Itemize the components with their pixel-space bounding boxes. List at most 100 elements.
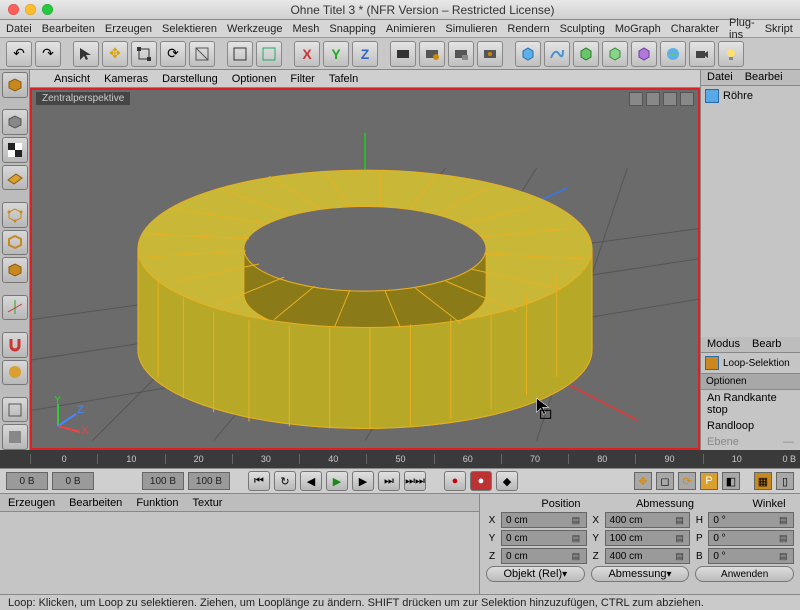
light-button[interactable] bbox=[718, 41, 744, 67]
menu-datei[interactable]: Datei bbox=[6, 23, 32, 35]
minimize-icon[interactable] bbox=[25, 4, 36, 15]
y-axis-button[interactable]: Y bbox=[323, 41, 349, 67]
primitive-cube-button[interactable] bbox=[515, 41, 541, 67]
autokey-button[interactable]: ● bbox=[470, 471, 492, 491]
pos-x-field[interactable]: 0 cm▤ bbox=[501, 512, 587, 528]
make-editable-button[interactable] bbox=[2, 72, 28, 98]
keyframe-sel-button[interactable]: ◆ bbox=[496, 471, 518, 491]
render-pv-button[interactable] bbox=[448, 41, 474, 67]
vp-pan-icon[interactable] bbox=[629, 92, 643, 106]
menu-skript[interactable]: Skript bbox=[765, 23, 793, 35]
select-tool[interactable] bbox=[73, 41, 99, 67]
dim-x-field[interactable]: 400 cm▤ bbox=[605, 512, 691, 528]
workplane-mode-button[interactable] bbox=[2, 165, 28, 191]
dim-y-field[interactable]: 100 cm▤ bbox=[605, 530, 691, 546]
point-mode-button[interactable] bbox=[2, 202, 28, 228]
param-key-toggle[interactable]: P bbox=[700, 472, 718, 490]
scale-key-toggle[interactable]: ◻ bbox=[656, 472, 674, 490]
axis-mode-button[interactable] bbox=[2, 295, 28, 321]
maximize-icon[interactable] bbox=[42, 4, 53, 15]
opt-randloop[interactable]: Randloop bbox=[701, 418, 800, 434]
menu-snapping[interactable]: Snapping bbox=[329, 23, 376, 35]
menu-rendern[interactable]: Rendern bbox=[507, 23, 549, 35]
rot-key-toggle[interactable]: ⟳ bbox=[678, 472, 696, 490]
locked-workplane-button[interactable] bbox=[2, 424, 28, 450]
menu-bearbeiten[interactable]: Bearbeiten bbox=[42, 23, 95, 35]
coord-system-button[interactable] bbox=[256, 41, 282, 67]
viewmenu-darstellung[interactable]: Darstellung bbox=[162, 73, 218, 85]
nurbs-button[interactable] bbox=[573, 41, 599, 67]
goto-next-key-button[interactable]: ⏭⏭ bbox=[404, 471, 426, 491]
vp-zoom-icon[interactable] bbox=[646, 92, 660, 106]
viewport-solo-button[interactable] bbox=[2, 397, 28, 423]
snap-button[interactable] bbox=[2, 332, 28, 358]
menu-erzeugen[interactable]: Erzeugen bbox=[105, 23, 152, 35]
dim-z-field[interactable]: 400 cm▤ bbox=[605, 548, 691, 564]
timeline-ruler[interactable]: 0 10 20 30 40 50 60 70 80 90 10 0 B bbox=[0, 450, 800, 468]
menu-animieren[interactable]: Animieren bbox=[386, 23, 436, 35]
apply-button[interactable]: Anwenden bbox=[695, 566, 794, 582]
modeling-button[interactable] bbox=[602, 41, 628, 67]
model-mode-button[interactable] bbox=[2, 109, 28, 135]
viewport[interactable]: Zentralperspektive bbox=[30, 88, 700, 450]
camera-button[interactable] bbox=[689, 41, 715, 67]
menu-plugins[interactable]: Plug-ins bbox=[729, 17, 755, 41]
step-back-button[interactable]: ◀ bbox=[300, 471, 322, 491]
step-fwd-button[interactable]: ▶ bbox=[352, 471, 374, 491]
menu-selektieren[interactable]: Selektieren bbox=[162, 23, 217, 35]
vp-layout-icon[interactable] bbox=[680, 92, 694, 106]
viewmenu-tafeln[interactable]: Tafeln bbox=[329, 73, 358, 85]
x-axis-button[interactable]: X bbox=[294, 41, 320, 67]
layout2-button[interactable]: ▯ bbox=[776, 472, 794, 490]
layout-button[interactable]: ▦ bbox=[754, 472, 772, 490]
btab-funktion[interactable]: Funktion bbox=[136, 497, 178, 509]
menu-sculpting[interactable]: Sculpting bbox=[560, 23, 605, 35]
attr-tab-modus[interactable]: Modus bbox=[701, 337, 746, 352]
polygon-mode-button[interactable] bbox=[2, 257, 28, 283]
attr-tab-bearbeiten[interactable]: Bearb bbox=[746, 337, 787, 352]
pla-key-toggle[interactable]: ◧ bbox=[722, 472, 740, 490]
end-preview-field[interactable]: 100 B bbox=[142, 472, 184, 490]
goto-end-button[interactable]: ⏭ bbox=[378, 471, 400, 491]
opt-randkante[interactable]: An Randkante stop bbox=[701, 390, 800, 418]
undo-button[interactable]: ↶ bbox=[6, 41, 32, 67]
close-icon[interactable] bbox=[8, 4, 19, 15]
axis-lock-button[interactable] bbox=[227, 41, 253, 67]
recent-tool[interactable] bbox=[189, 41, 215, 67]
btab-textur[interactable]: Textur bbox=[193, 497, 223, 509]
start-frame-field[interactable]: 0 B bbox=[6, 472, 48, 490]
viewmenu-optionen[interactable]: Optionen bbox=[232, 73, 277, 85]
end-frame-field[interactable]: 100 B bbox=[188, 472, 230, 490]
environment-button[interactable] bbox=[660, 41, 686, 67]
current-frame-field[interactable]: 0 B bbox=[52, 472, 94, 490]
viewmenu-filter[interactable]: Filter bbox=[290, 73, 314, 85]
object-row[interactable]: Röhre bbox=[701, 86, 800, 106]
viewmenu-ansicht[interactable]: Ansicht bbox=[54, 73, 90, 85]
move-tool[interactable]: ✥ bbox=[102, 41, 128, 67]
soft-select-button[interactable] bbox=[2, 360, 28, 386]
om-tab-bearbeiten[interactable]: Bearbei bbox=[739, 70, 789, 85]
render-view-button[interactable] bbox=[390, 41, 416, 67]
menu-werkzeuge[interactable]: Werkzeuge bbox=[227, 23, 282, 35]
dim-mode-dropdown[interactable]: Abmessung ▾ bbox=[591, 566, 690, 582]
pos-y-field[interactable]: 0 cm▤ bbox=[501, 530, 587, 546]
render-settings-button[interactable] bbox=[477, 41, 503, 67]
vp-orbit-icon[interactable] bbox=[663, 92, 677, 106]
btab-erzeugen[interactable]: Erzeugen bbox=[8, 497, 55, 509]
texture-mode-button[interactable] bbox=[2, 137, 28, 163]
ang-b-field[interactable]: 0 °▤ bbox=[708, 548, 794, 564]
coord-mode-dropdown[interactable]: Objekt (Rel) ▾ bbox=[486, 566, 585, 582]
menu-mesh[interactable]: Mesh bbox=[292, 23, 319, 35]
redo-button[interactable]: ↷ bbox=[35, 41, 61, 67]
om-tab-datei[interactable]: Datei bbox=[701, 70, 739, 85]
play-button[interactable]: ▶ bbox=[326, 471, 348, 491]
render-region-button[interactable] bbox=[419, 41, 445, 67]
deformer-button[interactable] bbox=[631, 41, 657, 67]
menu-simulieren[interactable]: Simulieren bbox=[445, 23, 497, 35]
spline-button[interactable] bbox=[544, 41, 570, 67]
menu-charakter[interactable]: Charakter bbox=[671, 23, 719, 35]
rotate-tool[interactable]: ⟳ bbox=[160, 41, 186, 67]
scale-tool[interactable] bbox=[131, 41, 157, 67]
btab-bearbeiten[interactable]: Bearbeiten bbox=[69, 497, 122, 509]
menu-mograph[interactable]: MoGraph bbox=[615, 23, 661, 35]
